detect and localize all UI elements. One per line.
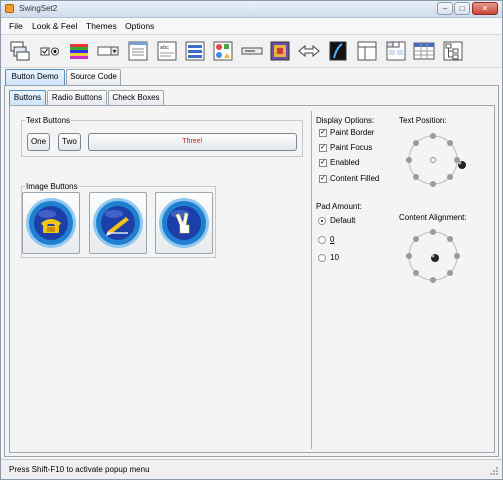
pad-10-radio[interactable] xyxy=(318,254,326,262)
minimize-button[interactable]: – xyxy=(437,2,453,15)
title-bar[interactable]: SwingSet2 – □ ✕ xyxy=(1,1,502,18)
status-text: Press Shift-F10 to activate popup menu xyxy=(9,465,150,474)
slider-icon[interactable] xyxy=(327,40,349,62)
tabbed-pane-icon[interactable] xyxy=(385,40,407,62)
paint-border-checkbox[interactable]: ✓ xyxy=(319,129,327,137)
tab-source-code[interactable]: Source Code xyxy=(66,69,121,85)
paint-focus-checkbox[interactable]: ✓ xyxy=(319,144,327,152)
resize-grip-icon[interactable] xyxy=(490,467,499,476)
panel-divider xyxy=(311,111,312,449)
text-position-selector[interactable] xyxy=(402,131,466,193)
pad-0-label: 0 xyxy=(330,235,335,244)
peace-icon xyxy=(159,198,209,248)
image-buttons-title: Image Buttons xyxy=(25,182,79,191)
paint-border-label: Paint Border xyxy=(330,128,375,137)
peace-image-button[interactable] xyxy=(155,192,213,254)
file-chooser-icon[interactable] xyxy=(127,40,149,62)
two-button[interactable]: Two xyxy=(58,133,81,151)
write-icon xyxy=(93,198,143,248)
tab-check-boxes[interactable]: Check Boxes xyxy=(108,90,164,105)
progress-bar-icon[interactable] xyxy=(269,40,291,62)
tab-radio-buttons[interactable]: Radio Buttons xyxy=(47,90,107,105)
tab-buttons[interactable]: Buttons xyxy=(9,90,46,105)
pad-default-label: Default xyxy=(330,216,356,225)
table-icon[interactable] xyxy=(413,40,435,62)
demo-toolbar: abc xyxy=(1,35,502,68)
enabled-checkbox[interactable]: ✓ xyxy=(319,159,327,167)
color-chooser-icon[interactable] xyxy=(68,40,90,62)
pad-default-radio[interactable] xyxy=(318,217,326,225)
pad-10-label: 10 xyxy=(330,253,339,262)
menu-bar: File Look & Feel Themes Options xyxy=(1,18,502,35)
display-options-title: Display Options: xyxy=(316,116,375,125)
split-pane-icon[interactable] xyxy=(356,40,378,62)
option-pane-icon[interactable] xyxy=(241,40,263,62)
java-app-icon xyxy=(5,4,14,13)
menu-file[interactable]: File xyxy=(9,21,23,31)
content-alignment-selector[interactable] xyxy=(402,227,466,289)
phone-image-button[interactable] xyxy=(22,192,80,254)
menu-options[interactable]: Options xyxy=(125,21,154,31)
tree-icon[interactable] xyxy=(442,40,464,62)
one-button[interactable]: One xyxy=(27,133,50,151)
text-position-title: Text Position: xyxy=(399,116,447,125)
three-button[interactable]: Three! xyxy=(88,133,297,151)
close-button[interactable]: ✕ xyxy=(472,2,498,15)
pad-amount-title: Pad Amount: xyxy=(316,202,362,211)
combo-box-icon[interactable] xyxy=(97,40,119,62)
menu-look-and-feel[interactable]: Look & Feel xyxy=(32,21,77,31)
content-filled-checkbox[interactable]: ✓ xyxy=(319,175,327,183)
maximize-button[interactable]: □ xyxy=(454,2,470,15)
pad-0-radio[interactable] xyxy=(318,236,326,244)
text-buttons-title: Text Buttons xyxy=(25,116,72,125)
window-title: SwingSet2 xyxy=(19,4,58,13)
html-icon[interactable] xyxy=(184,40,206,62)
list-icon[interactable] xyxy=(212,40,234,62)
paint-focus-label: Paint Focus xyxy=(330,143,373,152)
content-filled-label: Content Filled xyxy=(330,174,380,183)
tab-button-demo[interactable]: Button Demo xyxy=(5,69,65,85)
write-image-button[interactable] xyxy=(89,192,147,254)
content-alignment-title: Content Alignment: xyxy=(399,213,467,222)
editor-pane-icon[interactable]: abc xyxy=(156,40,178,62)
status-bar: Press Shift-F10 to activate popup menu xyxy=(1,459,502,479)
button-demo-icon[interactable] xyxy=(39,40,61,62)
application-window: SwingSet2 – □ ✕ File Look & Feel Themes … xyxy=(0,0,503,480)
scroll-pane-icon[interactable] xyxy=(298,40,320,62)
enabled-label: Enabled xyxy=(330,158,360,167)
menu-themes[interactable]: Themes xyxy=(86,21,117,31)
internal-frame-icon[interactable] xyxy=(9,40,31,62)
phone-icon xyxy=(26,198,76,248)
svg-text:abc: abc xyxy=(160,45,169,51)
